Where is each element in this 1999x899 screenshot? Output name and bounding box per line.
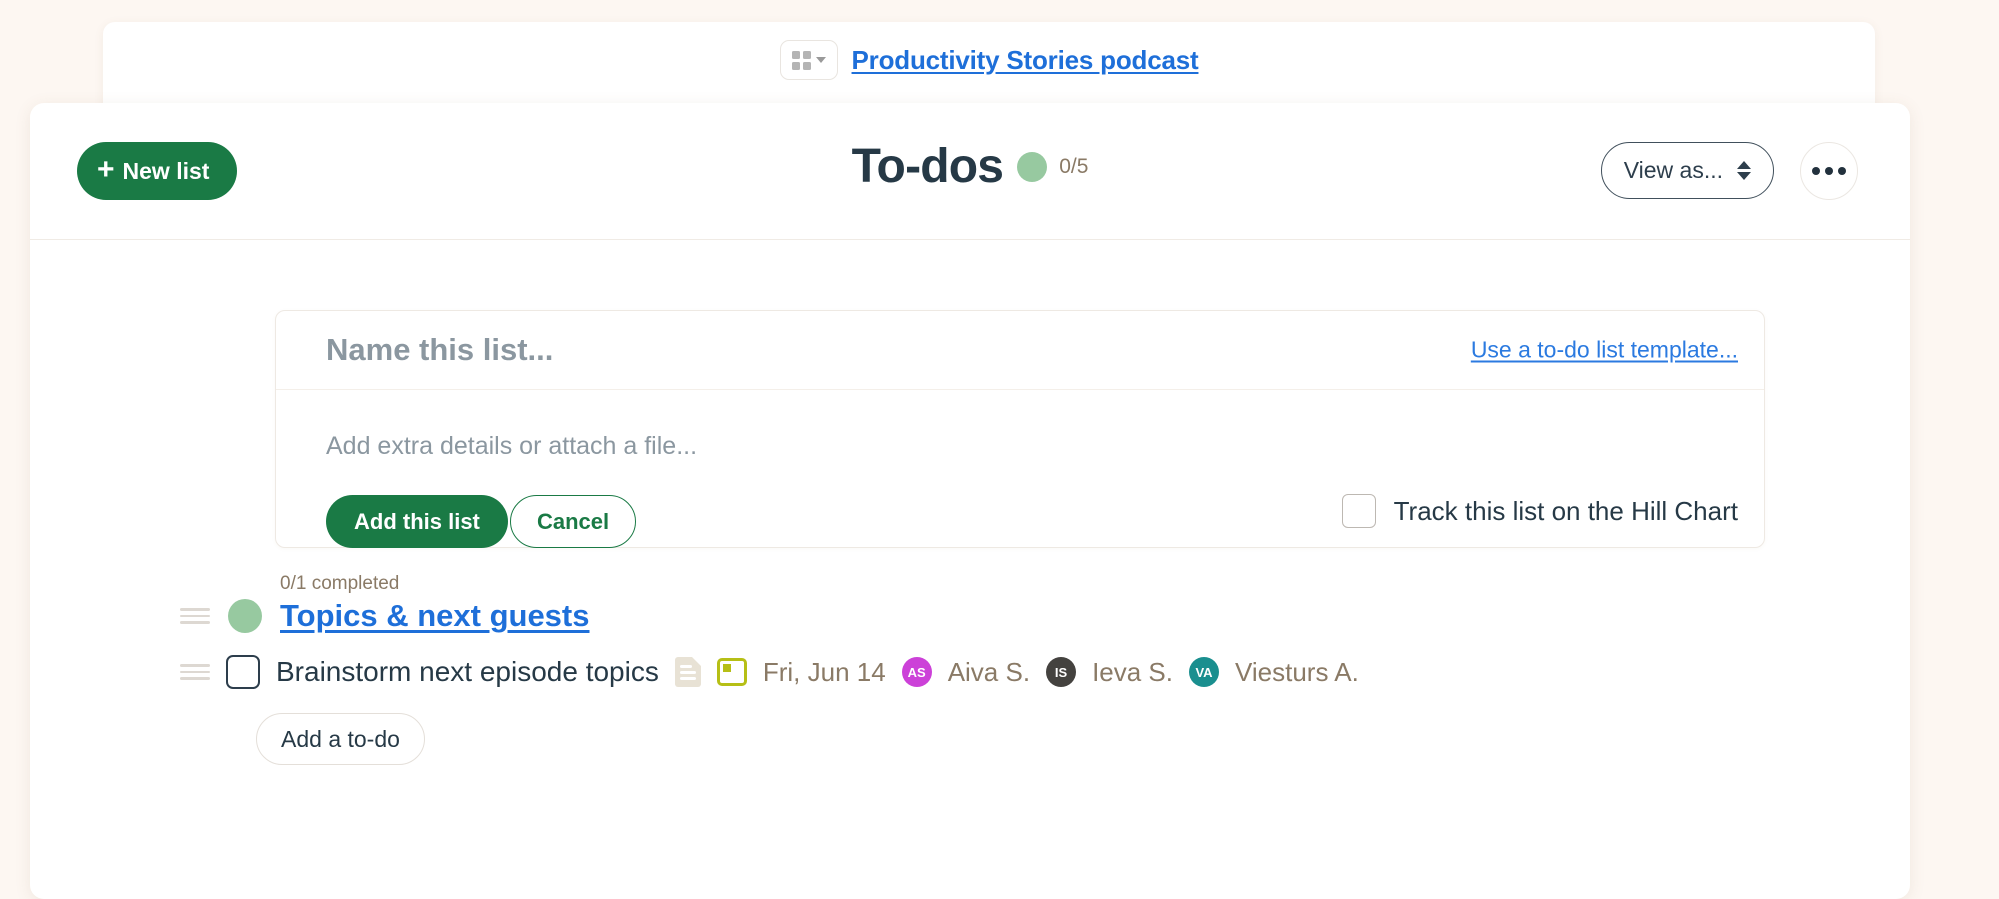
list-progress-dot-icon xyxy=(228,599,262,633)
drag-handle-icon[interactable] xyxy=(180,664,210,680)
list-details-input[interactable] xyxy=(326,432,1226,461)
assignee-name: Aiva S. xyxy=(947,656,1031,687)
add-this-list-button[interactable]: Add this list xyxy=(326,495,508,548)
grid-menu-button[interactable] xyxy=(779,40,838,80)
progress-count: 0/5 xyxy=(1059,154,1089,178)
breadcrumb: Productivity Stories podcast xyxy=(103,22,1875,98)
chevron-down-icon xyxy=(815,57,826,63)
todos-panel: + New list To-dos 0/5 View as... Name th… xyxy=(30,103,1910,899)
assignee-name: Viesturs A. xyxy=(1235,656,1359,687)
assignee-name: Ieva S. xyxy=(1092,656,1173,687)
table-row: Brainstorm next episode topics Fri, Jun … xyxy=(180,655,1359,689)
more-options-button[interactable] xyxy=(1800,142,1858,200)
completed-count: 0/1 completed xyxy=(280,573,400,594)
list-name-link[interactable]: Topics & next guests xyxy=(280,598,590,634)
hill-chart-option: Track this list on the Hill Chart xyxy=(1341,494,1738,528)
todo-title[interactable]: Brainstorm next episode topics xyxy=(276,656,659,688)
avatar[interactable]: VA xyxy=(1189,657,1219,687)
use-template-link[interactable]: Use a to-do list template... xyxy=(1471,337,1738,364)
view-as-button[interactable]: View as... xyxy=(1600,142,1774,199)
new-list-composer: Use a to-do list template... Add this li… xyxy=(275,310,1765,548)
hill-chart-checkbox[interactable] xyxy=(1341,494,1376,528)
composer-name-row: Use a to-do list template... xyxy=(276,311,1764,390)
breadcrumb-project-link[interactable]: Productivity Stories podcast xyxy=(852,45,1199,76)
progress-dot-icon xyxy=(1017,151,1048,182)
avatar[interactable]: IS xyxy=(1046,657,1077,687)
list-name-input[interactable] xyxy=(326,332,1026,368)
todo-checkbox[interactable] xyxy=(226,655,260,689)
up-down-chevron-icon xyxy=(1737,161,1751,180)
drag-handle-icon[interactable] xyxy=(180,608,210,624)
add-a-todo-button[interactable]: Add a to-do xyxy=(256,713,425,765)
panel-header: + New list To-dos 0/5 View as... xyxy=(30,103,1910,240)
document-notes-icon xyxy=(674,657,701,687)
list-header: Topics & next guests xyxy=(180,598,590,634)
app-stage: Productivity Stories podcast + New list … xyxy=(0,0,1999,899)
due-date: Fri, Jun 14 xyxy=(762,656,886,687)
grid-menu-icon xyxy=(791,50,811,70)
avatar[interactable]: AS xyxy=(901,657,932,687)
cancel-button[interactable]: Cancel xyxy=(510,495,637,548)
page-title: To-dos xyxy=(851,140,1004,193)
composer-detail-row: Add this list Cancel Track this list on … xyxy=(276,390,1764,548)
hill-chart-label: Track this list on the Hill Chart xyxy=(1393,495,1738,526)
calendar-icon xyxy=(716,658,747,686)
view-as-label: View as... xyxy=(1623,157,1723,183)
